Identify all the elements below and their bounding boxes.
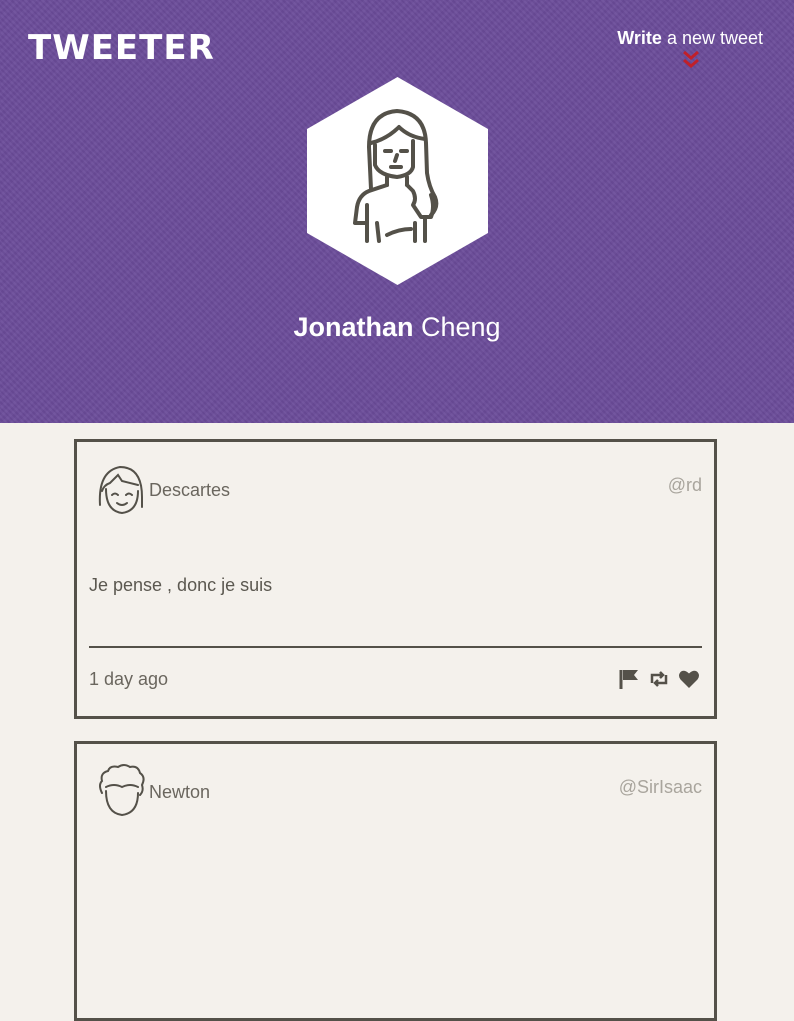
tweet-timestamp: 1 day ago <box>89 669 169 689</box>
smiling-face-avatar-icon <box>98 465 143 515</box>
tweet-card: Descartes @rd Je pense , donc je suis 1 … <box>74 439 717 719</box>
tweet-actions <box>618 668 700 690</box>
profile-header: TWEETER Write a new tweet Jonathan Cheng <box>0 0 794 423</box>
tweet-author-handle: @rd <box>667 475 702 495</box>
retweet-icon[interactable] <box>648 668 670 690</box>
app-logo[interactable]: TWEETER <box>28 28 215 68</box>
profile-first-name: Jonathan <box>293 312 414 342</box>
curly-hair-avatar-icon <box>99 764 145 817</box>
profile-name: Jonathan Cheng <box>0 312 794 343</box>
compose-bold-label: Write <box>617 28 662 48</box>
heart-icon[interactable] <box>678 668 700 690</box>
flag-icon[interactable] <box>618 668 640 690</box>
tweet-card: Newton @SirIsaac <box>74 741 717 1021</box>
profile-last-name: Cheng <box>413 312 501 342</box>
woman-avatar-icon <box>307 77 488 285</box>
double-chevron-down-icon[interactable] <box>683 51 699 69</box>
compose-label: a new tweet <box>661 28 763 48</box>
tweet-author-name: Newton <box>149 782 211 802</box>
profile-avatar <box>307 77 488 285</box>
compose-tweet-button[interactable]: Write a new tweet <box>617 28 763 49</box>
tweet-divider <box>89 646 702 648</box>
tweet-text: Je pense , donc je suis <box>89 575 273 595</box>
tweet-author-handle: @SirIsaac <box>618 777 702 797</box>
tweet-author-name: Descartes <box>149 480 231 500</box>
